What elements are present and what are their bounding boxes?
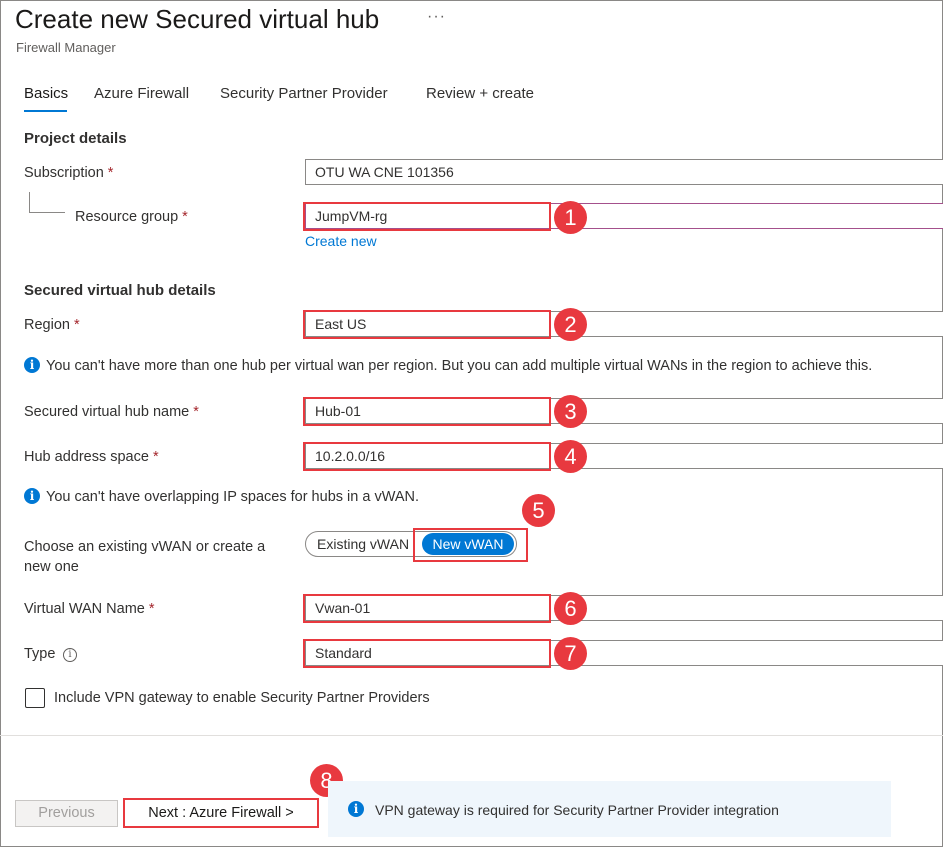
subscription-select[interactable]: OTU WA CNE 101356 (305, 159, 943, 185)
page-title: Create new Secured virtual hub (15, 4, 380, 34)
required-marker: * (193, 404, 199, 420)
hub-name-label: Secured virtual hub name * (24, 404, 199, 420)
highlight-box-1 (303, 202, 551, 231)
highlight-box-5 (413, 528, 528, 562)
step-badge-5: 5 (522, 494, 555, 527)
required-marker: * (182, 209, 188, 225)
hub-name-label-text: Secured virtual hub name (24, 404, 190, 420)
info-icon: i (24, 488, 40, 504)
create-new-link[interactable]: Create new (305, 233, 377, 249)
next-azure-firewall-button[interactable]: Next : Azure Firewall > (123, 798, 319, 828)
hub-address-label-text: Hub address space (24, 449, 149, 465)
region-info-text: You can't have more than one hub per vir… (46, 358, 873, 374)
highlight-box-7 (303, 639, 551, 668)
region-label-text: Region (24, 317, 70, 333)
tab-security-partner-provider[interactable]: Security Partner Provider (220, 85, 388, 102)
vwan-name-label: Virtual WAN Name * (24, 601, 155, 617)
vwan-choice-label: Choose an existing vWAN or create a new … (24, 539, 266, 575)
step-badge-1: 1 (554, 201, 587, 234)
project-details-heading: Project details (24, 130, 127, 147)
page-subtitle: Firewall Manager (16, 40, 116, 55)
step-badge-6: 6 (554, 592, 587, 625)
active-tab-indicator (24, 110, 67, 112)
resource-group-label: Resource group * (75, 209, 188, 225)
vpn-gateway-checkbox[interactable] (25, 688, 45, 708)
subscription-label: Subscription * (24, 165, 113, 181)
type-label: Type (24, 646, 56, 662)
banner-text: VPN gateway is required for Security Par… (375, 802, 779, 818)
required-marker: * (107, 165, 114, 181)
tab-review-create[interactable]: Review + create (426, 85, 534, 102)
type-info-icon[interactable]: i (63, 648, 77, 662)
hub-details-heading: Secured virtual hub details (24, 282, 216, 299)
info-icon: i (348, 801, 364, 817)
highlight-box-6 (303, 594, 551, 623)
resource-group-label-text: Resource group (75, 209, 179, 225)
tree-connector-horizontal (29, 212, 65, 213)
vwan-name-label-text: Virtual WAN Name (24, 601, 145, 617)
hub-address-label: Hub address space * (24, 449, 159, 465)
tree-connector-vertical (29, 192, 30, 212)
footer-divider (0, 735, 943, 736)
previous-button: Previous (15, 800, 118, 827)
step-badge-2: 2 (554, 308, 587, 341)
step-badge-3: 3 (554, 395, 587, 428)
region-label: Region * (24, 317, 80, 333)
existing-vwan-option[interactable]: Existing vWAN (317, 536, 409, 552)
highlight-box-2 (303, 310, 551, 339)
step-badge-7: 7 (554, 637, 587, 670)
tab-basics[interactable]: Basics (24, 85, 68, 102)
more-options-icon[interactable]: ··· (427, 8, 446, 26)
info-icon: i (24, 357, 40, 373)
vpn-gateway-label: Include VPN gateway to enable Security P… (54, 690, 430, 706)
info-banner: i VPN gateway is required for Security P… (328, 781, 891, 837)
highlight-box-4 (303, 442, 551, 471)
required-marker: * (148, 601, 155, 617)
subscription-label-text: Subscription (24, 165, 104, 181)
required-marker: * (152, 449, 159, 465)
step-badge-4: 4 (554, 440, 587, 473)
required-marker: * (73, 317, 80, 333)
highlight-box-3 (303, 397, 551, 426)
address-info-text: You can't have overlapping IP spaces for… (46, 489, 420, 505)
tab-azure-firewall[interactable]: Azure Firewall (94, 85, 189, 102)
